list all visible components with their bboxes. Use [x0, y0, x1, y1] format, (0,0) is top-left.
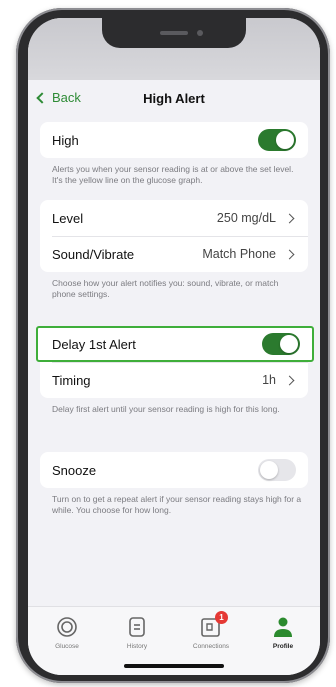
- glucose-icon: [55, 615, 79, 639]
- snooze-toggle[interactable]: [258, 459, 296, 481]
- sound-row[interactable]: Sound/Vibrate Match Phone: [40, 236, 308, 272]
- profile-icon: [271, 615, 295, 639]
- tab-profile[interactable]: Profile: [248, 615, 318, 650]
- notch: [102, 18, 246, 48]
- tab-label: Profile: [272, 643, 294, 650]
- home-indicator: [124, 664, 224, 668]
- level-value: 250 mg/dL: [216, 211, 276, 225]
- toggle-knob: [260, 461, 278, 479]
- tab-label: Glucose: [55, 643, 79, 650]
- delay-toggle[interactable]: [262, 333, 300, 355]
- snooze-row: Snooze: [40, 452, 308, 488]
- delay-row: Delay 1st Alert: [40, 326, 312, 362]
- chevron-right-icon: [284, 249, 295, 259]
- sound-label: Sound/Vibrate: [52, 246, 135, 262]
- tab-label: History: [126, 643, 148, 650]
- high-toggle[interactable]: [258, 129, 296, 151]
- sound-note: Choose how your alert notifies you: soun…: [52, 278, 279, 299]
- high-card: High: [40, 122, 308, 158]
- timing-note: Delay first alert until your sensor read…: [52, 404, 280, 414]
- camera: [197, 30, 203, 36]
- speaker: [160, 31, 188, 35]
- snooze-card: Snooze: [40, 452, 308, 488]
- timing-row[interactable]: Timing 1h: [40, 362, 308, 398]
- nav-bar: Back High Alert: [28, 88, 320, 114]
- toggle-knob: [276, 131, 294, 149]
- tab-history[interactable]: History: [102, 615, 172, 650]
- timing-label: Timing: [52, 372, 91, 388]
- snooze-note: Turn on to get a repeat alert if your se…: [52, 494, 302, 515]
- chevron-right-icon: [284, 213, 295, 223]
- tab-glucose[interactable]: Glucose: [32, 615, 102, 650]
- status-area: [28, 18, 320, 80]
- high-row: High: [40, 122, 308, 158]
- level-label: Level: [52, 210, 84, 226]
- connections-icon: 1: [199, 611, 228, 639]
- toggle-knob: [280, 335, 298, 353]
- timing-value: 1h: [262, 373, 276, 387]
- level-sound-card: Level 250 mg/dL Sound/Vibrate Match Phon…: [40, 200, 308, 272]
- tab-connections[interactable]: 1 Connections: [176, 611, 246, 650]
- sound-value: Match Phone: [202, 247, 276, 261]
- app-screen: Back High Alert High Alerts you when you…: [28, 18, 320, 675]
- delay-label: Delay 1st Alert: [52, 336, 136, 352]
- high-label: High: [52, 132, 79, 148]
- tab-label: Connections: [192, 643, 230, 650]
- delay-row-highlight: Delay 1st Alert: [36, 326, 314, 362]
- history-icon: [125, 615, 149, 639]
- high-note: Alerts you when your sensor reading is a…: [52, 164, 294, 185]
- level-row[interactable]: Level 250 mg/dL: [40, 200, 308, 236]
- snooze-label: Snooze: [52, 462, 97, 478]
- page-title: High Alert: [143, 91, 205, 106]
- chevron-right-icon: [284, 375, 295, 385]
- notification-badge: 1: [215, 611, 228, 624]
